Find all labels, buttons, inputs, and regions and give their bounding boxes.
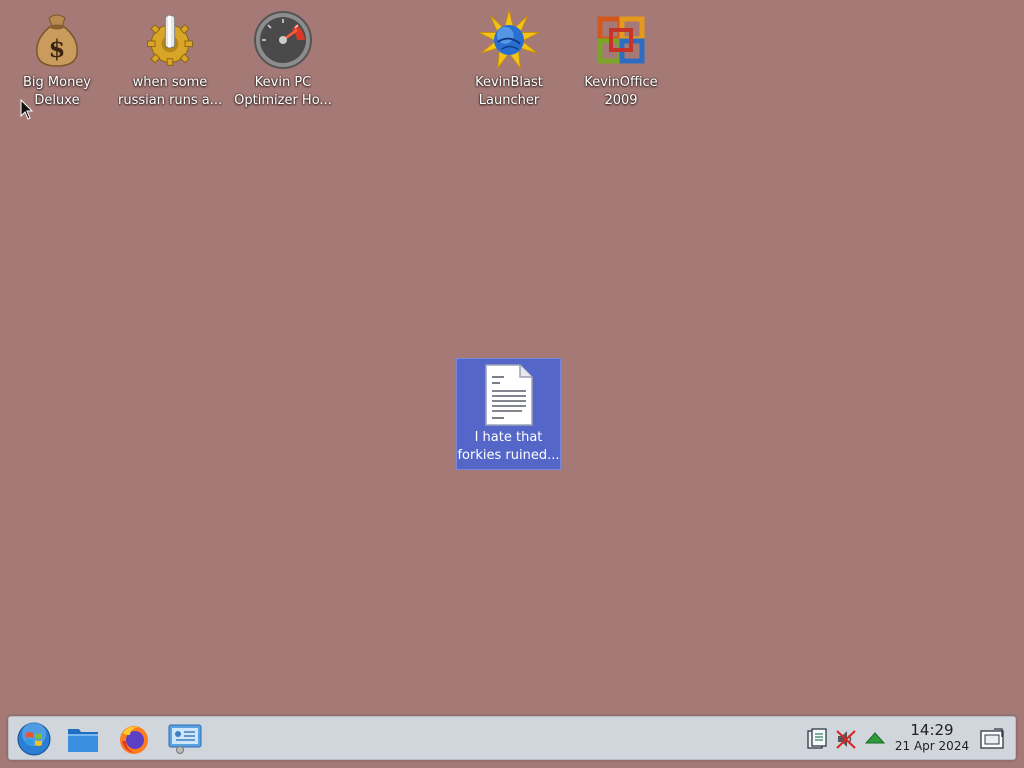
desktop-icon-text-document[interactable]: I hate that forkies ruined... (456, 358, 561, 470)
audio-tray-button[interactable] (834, 727, 858, 751)
icon-label-line1: Kevin PC (254, 75, 312, 90)
firefox-icon (120, 726, 148, 754)
taskbar: 14:29 21 Apr 2024 (8, 716, 1016, 760)
icon-label-line1: Big Money (22, 75, 91, 90)
control-panel-icon (168, 724, 202, 754)
icon-label-line2: russian runs a... (118, 93, 222, 108)
icon-label-line2: forkies ruined... (457, 448, 560, 463)
desktop-icon-kevin-pc-optimizer[interactable]: Kevin PC Optimizer Ho... (231, 4, 335, 114)
folder-icon (68, 729, 98, 752)
clipboard-tray-button[interactable] (805, 727, 829, 751)
speedometer-icon (253, 10, 313, 70)
start-menu-button[interactable] (16, 721, 52, 757)
desktop-icon-when-some-russian[interactable]: when some russian runs a... (118, 4, 222, 114)
icon-label-line2: 2009 (604, 93, 638, 108)
clock-time: 14:29 (910, 721, 954, 739)
desktop-icon-big-money-deluxe[interactable]: $ Big Money Deluxe (5, 4, 109, 114)
show-desktop-icon (980, 728, 1004, 749)
clipboard-icon (807, 728, 827, 749)
desktop-icon-kevinoffice-2009[interactable]: KevinOffice 2009 (569, 4, 673, 114)
clock-date: 21 Apr 2024 (894, 739, 970, 753)
firefox-button[interactable] (116, 721, 152, 757)
clock[interactable]: 14:29 21 Apr 2024 (893, 721, 971, 753)
icon-label-line1: when some (132, 75, 208, 90)
speaker-muted-icon (836, 730, 856, 749)
svg-text:$: $ (49, 34, 66, 63)
icon-label-line2: Optimizer Ho... (234, 93, 332, 108)
gear-icon (140, 10, 200, 70)
show-desktop-button[interactable] (980, 727, 1004, 751)
icon-label-line1: KevinOffice (584, 75, 658, 90)
file-manager-button[interactable] (65, 721, 101, 757)
windows-orb-icon (17, 722, 51, 756)
globe-burst-icon (479, 9, 539, 70)
updates-tray-button[interactable] (863, 727, 887, 751)
money-bag-icon: $ (27, 10, 87, 70)
office-logo-icon (591, 10, 651, 70)
green-arrow-up-icon (865, 732, 885, 744)
mouse-cursor-icon (20, 99, 34, 120)
icon-label-line1: I hate that (474, 430, 543, 445)
text-document-icon (479, 364, 539, 426)
icon-label-line2: Launcher (478, 93, 540, 108)
desktop-icon-kevinblast-launcher[interactable]: KevinBlast Launcher (457, 4, 561, 114)
control-panel-button[interactable] (167, 721, 203, 757)
icon-label-line1: KevinBlast (475, 75, 543, 90)
